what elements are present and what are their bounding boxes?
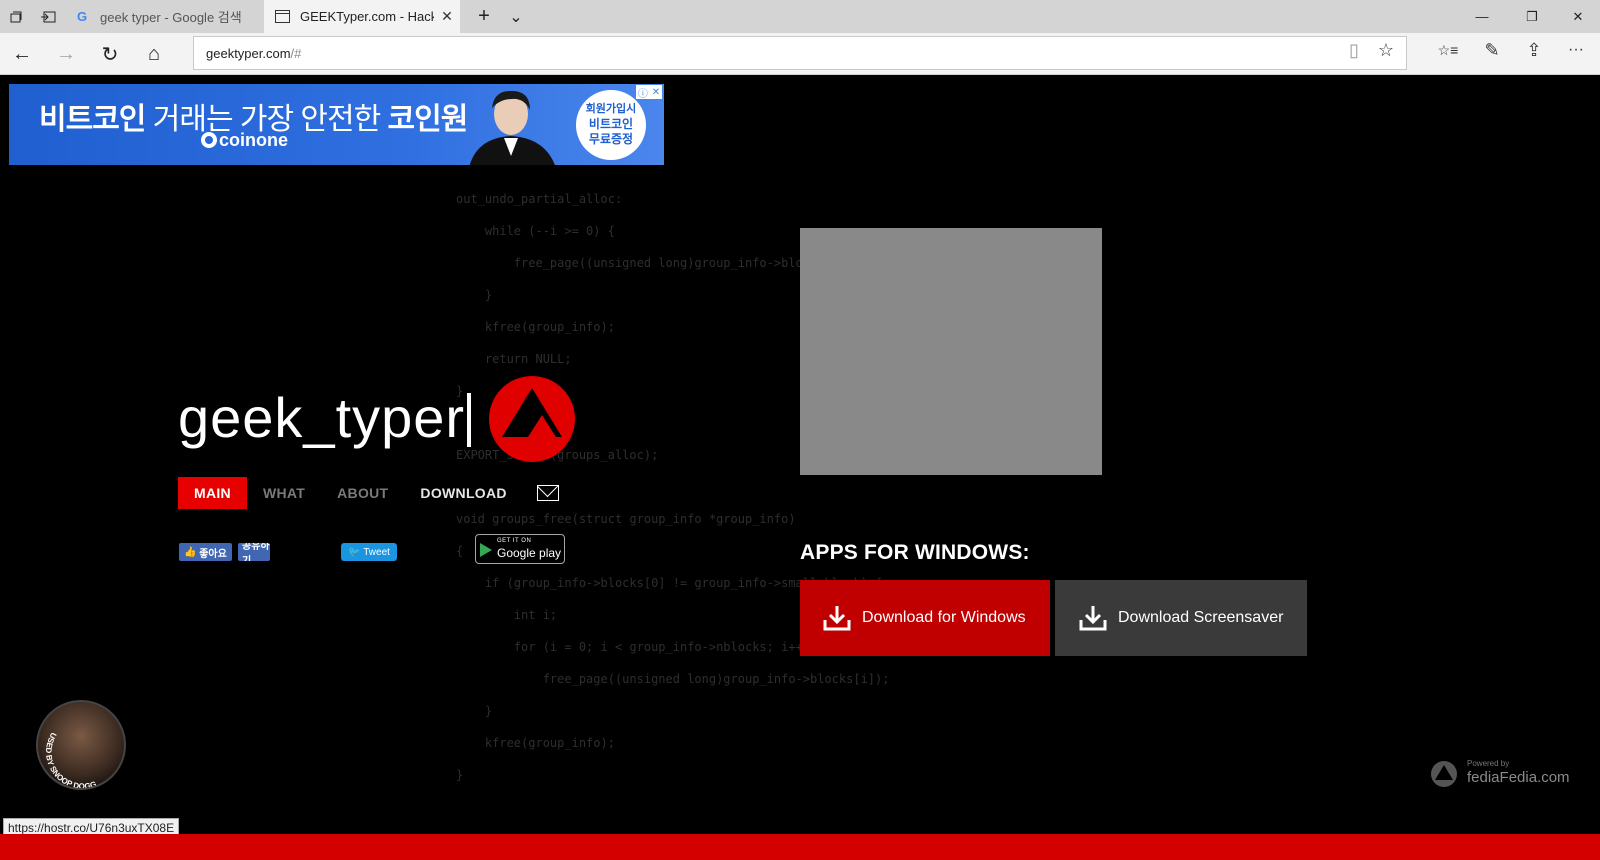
more-menu-icon[interactable]: ··· — [1562, 37, 1590, 63]
code-line: out_undo_partial_alloc: — [456, 192, 623, 206]
reading-view-icon[interactable]: ▯ — [1340, 37, 1368, 63]
url-path: /# — [290, 45, 302, 61]
new-tab-button[interactable]: + — [468, 0, 500, 33]
ad-choices[interactable]: ⓘ ✕ — [636, 85, 662, 100]
menu-about[interactable]: ABOUT — [321, 477, 404, 509]
download-icon — [1079, 606, 1107, 631]
menu-main[interactable]: MAIN — [178, 477, 247, 509]
thumbs-up-icon: 👍 — [184, 546, 200, 558]
code-line: } — [456, 704, 493, 718]
tab-actions-icon[interactable] — [0, 0, 32, 33]
snoop-dogg-badge[interactable]: USED BY SNOOP DOGG — [36, 700, 126, 790]
coinone-logo-icon — [201, 132, 217, 148]
facebook-share-button[interactable]: 공유하기 — [238, 543, 270, 561]
menu-what[interactable]: WHAT — [247, 477, 321, 509]
ad-brand-logo: coinone — [201, 130, 288, 151]
download-windows-button[interactable]: Download for Windows — [800, 580, 1050, 656]
refresh-button[interactable]: ↻ — [92, 37, 128, 71]
video-placeholder[interactable] — [800, 228, 1102, 475]
address-bar[interactable]: geektyper.com/# — [193, 36, 1407, 70]
minimize-button[interactable]: — — [1460, 0, 1504, 33]
close-tab-icon[interactable]: ✕ — [434, 8, 460, 25]
code-line: free_page((unsigned long)group_info->blo… — [456, 672, 890, 686]
snoop-label: USED BY SNOOP DOGG — [44, 731, 98, 788]
tab-title: GEEKTyper.com - Hackin — [300, 9, 434, 24]
bottom-red-bar — [0, 834, 1600, 860]
set-aside-tabs-icon[interactable] — [32, 0, 64, 33]
google-play-badge[interactable]: GET IT ON Google play — [475, 534, 565, 564]
snoop-badge-text: USED BY SNOOP DOGG — [44, 731, 98, 790]
geektyper-logo-icon — [489, 376, 575, 462]
tab-bar: G geek typer - Google 검색 GEEKTyper.com -… — [0, 0, 1600, 33]
page-content: out_undo_partial_alloc: while (--i >= 0)… — [0, 75, 1600, 860]
facebook-like-button[interactable]: 👍 좋아요 — [179, 543, 232, 561]
restore-button[interactable]: ❐ — [1510, 0, 1554, 33]
info-icon[interactable]: ⓘ — [638, 85, 648, 100]
web-notes-icon[interactable]: ✎ — [1478, 37, 1506, 63]
tab-list-chevron-icon[interactable]: ⌄ — [500, 0, 532, 33]
svg-text:USED BY SNOOP DOGG: USED BY SNOOP DOGG — [44, 731, 98, 790]
mail-icon[interactable] — [536, 485, 559, 501]
tab-geektyper[interactable]: GEEKTyper.com - Hackin ✕ — [264, 0, 460, 33]
apps-heading: APPS FOR WINDOWS: — [800, 541, 1030, 564]
ad-person-image — [469, 90, 555, 165]
home-button[interactable]: ⌂ — [136, 37, 172, 71]
tab-title: geek typer - Google 검색 — [100, 10, 242, 25]
menu-download[interactable]: DOWNLOAD — [404, 477, 522, 509]
ad-badge: 회원가입시 비트코인 무료증정 — [576, 90, 646, 160]
google-play-icon — [480, 543, 492, 557]
close-window-button[interactable]: ✕ — [1556, 0, 1600, 33]
powered-by[interactable]: Powered by fediaFedia.com — [1430, 758, 1570, 790]
text-cursor — [467, 393, 472, 447]
close-icon[interactable]: ✕ — [652, 87, 660, 98]
share-icon[interactable]: ⇪ — [1520, 37, 1548, 63]
page-icon — [274, 9, 290, 25]
navigation-bar: ← → ↻ ⌂ geektyper.com/# ▯ ☆ ☆≡ ✎ ⇪ ··· — [0, 33, 1600, 75]
google-icon: G — [76, 9, 88, 24]
twitter-bird-icon: 🐦 — [348, 546, 364, 558]
download-screensaver-button[interactable]: Download Screensaver — [1055, 580, 1307, 656]
tab-google-search[interactable]: G geek typer - Google 검색 — [64, 0, 260, 33]
tweet-button[interactable]: 🐦 Tweet — [341, 543, 397, 561]
forward-button[interactable]: → — [48, 37, 84, 71]
site-logo-text: geek_typer — [178, 385, 472, 450]
fediafedia-logo-icon — [1431, 761, 1457, 787]
url-domain: geektyper.com — [206, 45, 291, 61]
favorites-hub-icon[interactable]: ☆≡ — [1434, 37, 1462, 63]
ad-banner[interactable]: 비트코인 거래는 가장 안전한 코인원 coinone 회원가입시 비트코인 무… — [9, 84, 664, 165]
code-line: } — [456, 768, 464, 782]
main-menu: MAIN WHAT ABOUT DOWNLOAD — [178, 477, 559, 509]
favorite-star-icon[interactable]: ☆ — [1372, 37, 1400, 63]
download-icon — [823, 606, 851, 631]
back-button[interactable]: ← — [4, 37, 40, 71]
code-line: kfree(group_info); — [456, 736, 615, 750]
